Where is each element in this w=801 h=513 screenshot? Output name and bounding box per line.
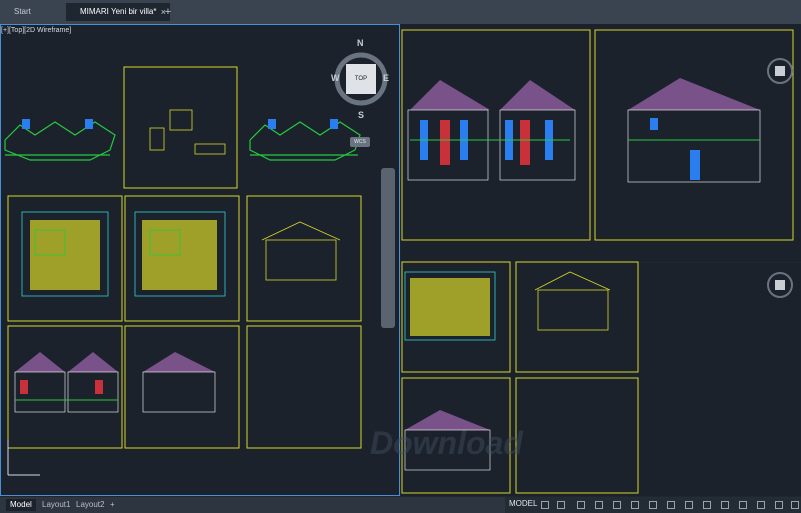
add-layout-button[interactable]: + bbox=[110, 499, 115, 511]
compass-east[interactable]: E bbox=[383, 73, 389, 83]
transparency-icon[interactable] bbox=[667, 501, 675, 509]
isolate-icon[interactable] bbox=[757, 501, 765, 509]
navigation-bar[interactable] bbox=[381, 168, 395, 328]
selection-cycling-icon[interactable] bbox=[685, 501, 693, 509]
compass-north[interactable]: N bbox=[357, 38, 364, 48]
units-icon[interactable] bbox=[739, 501, 747, 509]
osnap-icon[interactable] bbox=[613, 501, 621, 509]
customization-icon[interactable] bbox=[791, 501, 799, 509]
watermark: Download bbox=[370, 425, 523, 461]
model-space-button[interactable]: MODEL bbox=[509, 499, 537, 508]
compass-south[interactable]: S bbox=[358, 110, 364, 120]
viewcube-mini-top[interactable] bbox=[767, 58, 793, 84]
tab-layout2[interactable]: Layout2 bbox=[76, 499, 104, 511]
viewport-label[interactable]: [+][Top][2D Wireframe] bbox=[1, 27, 71, 34]
lineweight-icon[interactable] bbox=[649, 501, 657, 509]
snap-icon[interactable] bbox=[557, 501, 565, 509]
tab-layout1[interactable]: Layout1 bbox=[42, 499, 70, 511]
hardware-acceleration-icon[interactable] bbox=[775, 501, 783, 509]
annotation-scale-icon[interactable] bbox=[703, 501, 711, 509]
viewcube-mini-bottom[interactable] bbox=[767, 272, 793, 298]
compass-west[interactable]: W bbox=[331, 73, 340, 83]
status-bar: MODEL bbox=[505, 497, 801, 513]
workspace-icon[interactable] bbox=[721, 501, 729, 509]
polar-icon[interactable] bbox=[595, 501, 603, 509]
ortho-icon[interactable] bbox=[577, 501, 585, 509]
wcs-menu[interactable]: WCS bbox=[350, 137, 370, 147]
tab-model[interactable]: Model bbox=[6, 499, 36, 511]
otrack-icon[interactable] bbox=[631, 501, 639, 509]
grid-icon[interactable] bbox=[541, 501, 549, 509]
viewcube[interactable]: N W E S TOP bbox=[330, 38, 390, 122]
viewcube-top-face[interactable]: TOP bbox=[346, 64, 376, 94]
